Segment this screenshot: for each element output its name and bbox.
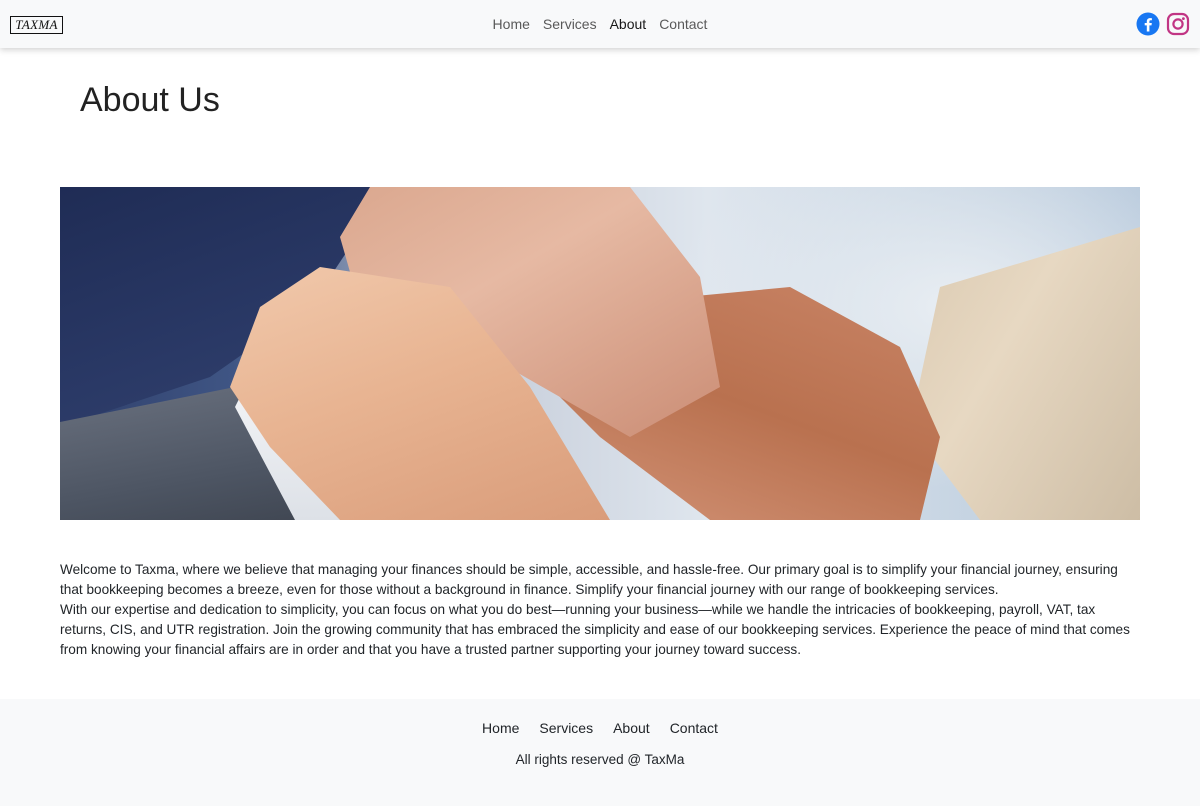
footer-link-about[interactable]: About <box>613 717 650 739</box>
footer-link-services[interactable]: Services <box>539 717 593 739</box>
nav-link-services[interactable]: Services <box>543 0 597 48</box>
nav-links: Home Services About Contact <box>0 0 1200 48</box>
about-paragraph: With our expertise and dedication to sim… <box>60 602 1130 657</box>
about-paragraph: Welcome to Taxma, where we believe that … <box>60 562 1118 597</box>
instagram-icon[interactable] <box>1166 12 1190 36</box>
nav-link-contact[interactable]: Contact <box>659 0 707 48</box>
page-title: About Us <box>80 81 220 119</box>
nav-link-about[interactable]: About <box>610 0 647 48</box>
hero-image <box>60 187 1140 520</box>
copyright-text: All rights reserved @ TaxMa <box>515 752 685 767</box>
top-navbar: TAXMA Home Services About Contact <box>0 0 1200 48</box>
footer-link-contact[interactable]: Contact <box>670 717 718 739</box>
footer: Home Services About Contact All rights r… <box>0 699 1200 806</box>
social-links <box>1136 12 1190 36</box>
footer-links: Home Services About Contact <box>0 717 1200 739</box>
facebook-icon[interactable] <box>1136 12 1160 36</box>
footer-link-home[interactable]: Home <box>482 717 519 739</box>
about-description: Welcome to Taxma, where we believe that … <box>60 560 1140 660</box>
nav-link-home[interactable]: Home <box>493 0 530 48</box>
